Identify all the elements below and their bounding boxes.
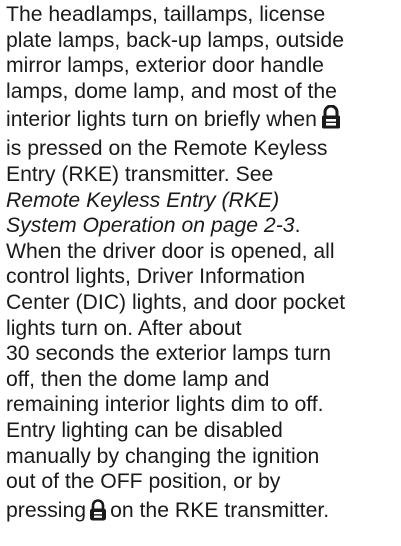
- manual-page: The headlamps, taillamps, license plate …: [0, 0, 401, 546]
- text-line: out of the OFF position, or by: [6, 470, 281, 494]
- lock-icon: [88, 498, 108, 531]
- text-line: The headlamps, taillamps, license: [6, 3, 326, 26]
- cross-reference-link[interactable]: System Operation on page 2-3: [6, 214, 295, 237]
- unlock-icon: [320, 104, 342, 139]
- text-line: Entry (RKE) transmitter. See: [6, 162, 274, 186]
- text-fragment: on the RKE transmitter.: [110, 498, 330, 522]
- text-line: Center (DIC) lights, and door pocket: [6, 290, 346, 314]
- text-fragment: .: [294, 214, 301, 238]
- text-line: 30 seconds the exterior lamps turn: [6, 342, 332, 366]
- text-line: remaining interior lights dim to off.: [6, 393, 324, 417]
- text-line: control lights, Driver Information: [6, 265, 306, 289]
- text-line: is pressed on the Remote Keyless: [6, 137, 328, 161]
- text-line-with-icon: interior lights turn on briefly when: [6, 104, 400, 136]
- text-line: lights turn on. After about: [6, 316, 242, 340]
- text-fragment: interior lights turn on briefly when: [6, 108, 317, 132]
- text-line: Entry lighting can be disabled: [6, 418, 283, 442]
- text-line: mirror lamps, exterior door handle: [6, 54, 324, 78]
- text-line: manually by changing the ignition: [6, 444, 320, 468]
- text-line: lamps, dome lamp, and most of the: [6, 79, 337, 103]
- text-line: System Operation on page 2-3.: [6, 213, 400, 239]
- entry-lighting-paragraph: The headlamps, taillamps, license plate …: [6, 2, 400, 527]
- cross-reference-link[interactable]: Remote Keyless Entry (RKE): [6, 188, 400, 214]
- text-line: When the driver door is opened, all: [6, 239, 335, 263]
- text-line: off, then the dome lamp and: [6, 367, 270, 391]
- text-line-with-icon: pressing on the RKE transmitter.: [6, 495, 400, 527]
- text-line: plate lamps, back-up lamps, outside: [6, 28, 344, 52]
- text-fragment: pressing: [6, 498, 87, 522]
